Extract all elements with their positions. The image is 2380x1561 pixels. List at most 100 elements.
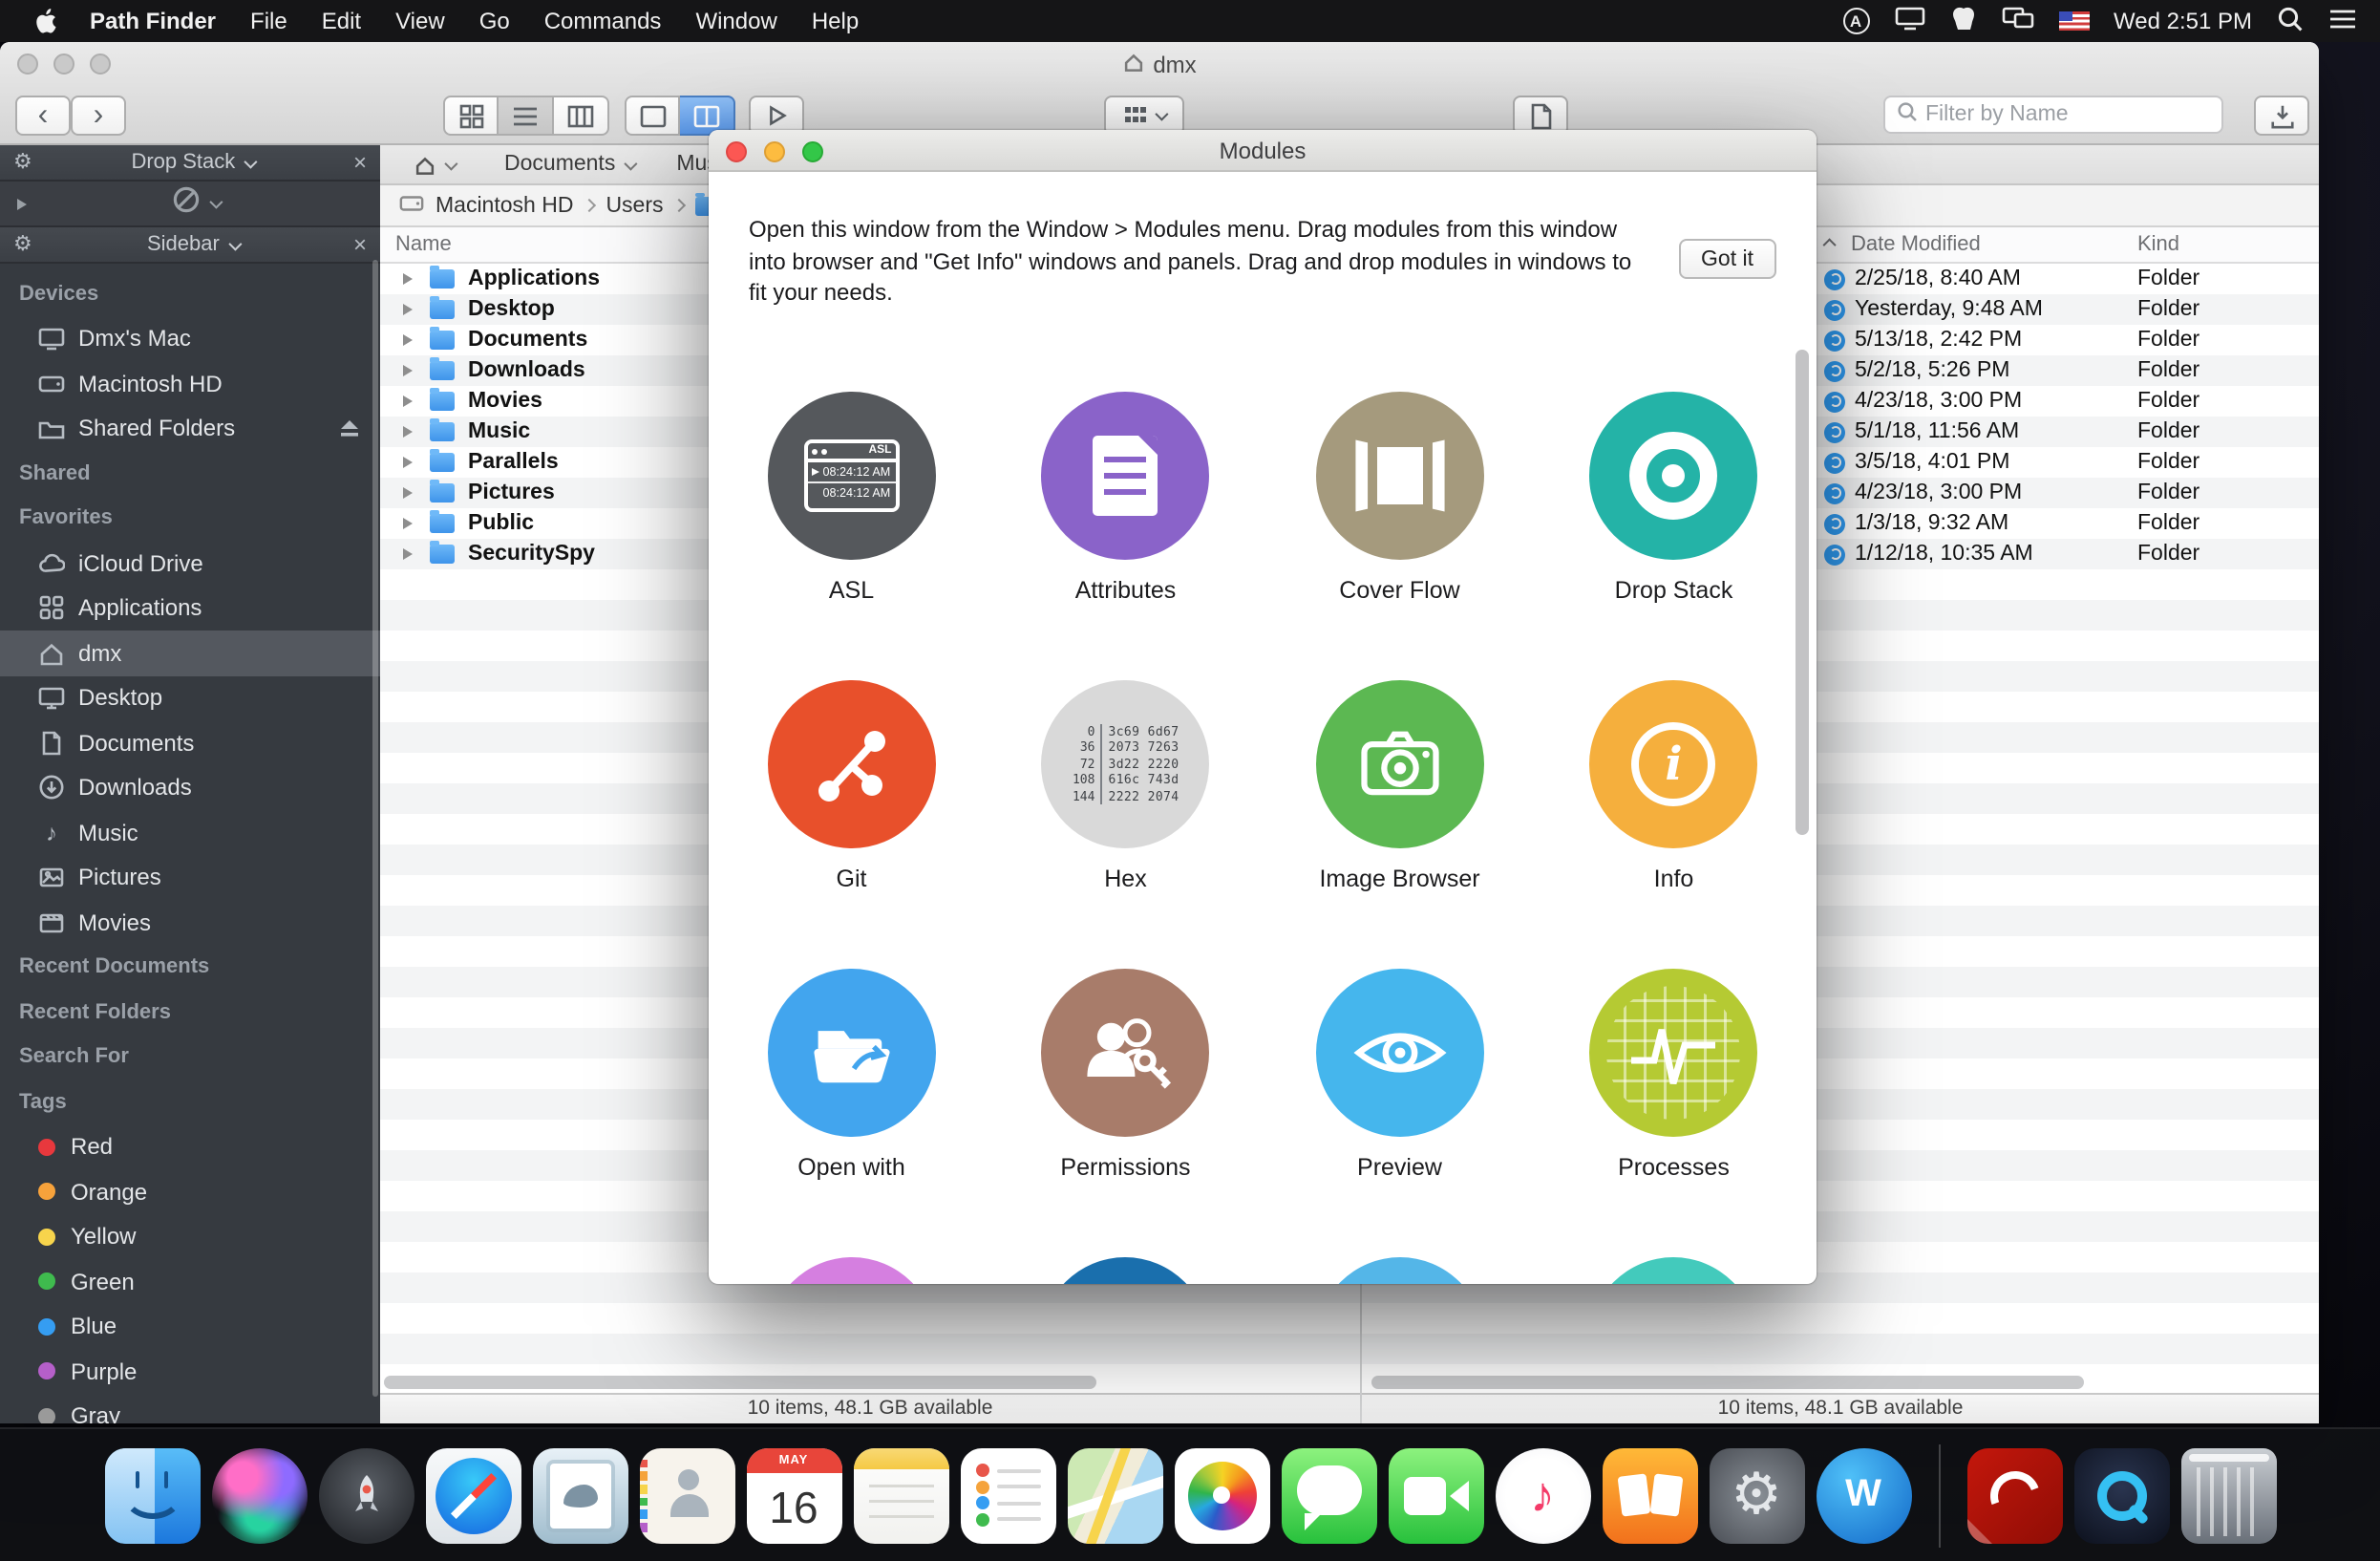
menu-file[interactable]: File: [233, 8, 305, 34]
disclosure-icon[interactable]: [17, 198, 27, 209]
close-icon[interactable]: [353, 232, 367, 257]
dock-mail-icon[interactable]: [532, 1447, 627, 1543]
eject-icon[interactable]: [338, 417, 361, 440]
modules-dialog-titlebar[interactable]: Modules: [709, 130, 1817, 172]
menu-commands[interactable]: Commands: [527, 8, 679, 34]
dock-siri-icon[interactable]: [211, 1447, 307, 1543]
sidebar-item-dmxs-mac[interactable]: Dmx's Mac: [0, 316, 380, 361]
sidebar-tag-purple[interactable]: Purple: [0, 1349, 380, 1394]
module-hex[interactable]: 03c69 6d67 362073 7263 723d22 2220 10861…: [1042, 680, 1210, 969]
dock-quicktime-icon[interactable]: [2073, 1447, 2169, 1543]
column-view-button[interactable]: [554, 96, 609, 136]
sidebar-item-dmx[interactable]: dmx: [0, 631, 380, 675]
menu-help[interactable]: Help: [795, 8, 876, 34]
sidebar-item-icloud-drive[interactable]: iCloud Drive: [0, 541, 380, 586]
sidebar-tag-orange[interactable]: Orange: [0, 1169, 380, 1214]
close-icon[interactable]: [353, 150, 367, 175]
dual-display-status-icon[interactable]: [2001, 6, 2033, 36]
dock-contacts-icon[interactable]: [639, 1447, 734, 1543]
section-search-for[interactable]: Search For: [0, 1035, 380, 1080]
dialog-minimize-button[interactable]: [764, 140, 785, 161]
dock-launchpad-icon[interactable]: [318, 1447, 414, 1543]
single-pane-button[interactable]: [625, 96, 680, 136]
sidebar-item-macintosh-hd[interactable]: Macintosh HD: [0, 361, 380, 406]
sidebar-item-applications[interactable]: Applications: [0, 586, 380, 631]
notification-center-icon[interactable]: [2328, 7, 2357, 35]
forward-button[interactable]: [71, 96, 126, 136]
gear-icon[interactable]: [13, 151, 32, 174]
dock-maps-icon[interactable]: [1067, 1447, 1162, 1543]
module-preview[interactable]: Preview: [1316, 969, 1484, 1257]
breadcrumb-disk[interactable]: Macintosh HD: [436, 194, 573, 217]
filter-field[interactable]: [1883, 96, 2223, 134]
module-image-browser[interactable]: Image Browser: [1316, 680, 1484, 969]
dock-adobe-acrobat-icon[interactable]: [1966, 1447, 2062, 1543]
module-drop-stack[interactable]: Drop Stack: [1590, 392, 1758, 680]
apple-menu-icon[interactable]: [19, 8, 73, 34]
module-cover-flow[interactable]: Cover Flow: [1316, 392, 1484, 680]
menu-go[interactable]: Go: [462, 8, 527, 34]
circled-a-status-icon[interactable]: A: [1842, 8, 1869, 34]
dock-safari-icon[interactable]: [425, 1447, 521, 1543]
filter-input[interactable]: [1925, 103, 2210, 126]
module-permissions[interactable]: Permissions: [1042, 969, 1210, 1257]
sidebar-item-documents[interactable]: Documents: [0, 720, 380, 765]
dock-reminders-icon[interactable]: [960, 1447, 1055, 1543]
dock-w-app-icon[interactable]: W: [1816, 1447, 1911, 1543]
sidebar-tag-blue[interactable]: Blue: [0, 1304, 380, 1349]
trash-icon[interactable]: [2180, 1447, 2276, 1543]
window-close-button[interactable]: [17, 53, 38, 75]
dock-calendar-icon[interactable]: MAY 16: [746, 1447, 841, 1543]
section-recent-folders[interactable]: Recent Folders: [0, 990, 380, 1035]
sidebar-tag-yellow[interactable]: Yellow: [0, 1214, 380, 1259]
module-asl[interactable]: ASL 08:24:12 AM 08:24:12 AM ASL: [768, 392, 936, 680]
spotlight-icon[interactable]: [2277, 5, 2304, 37]
dog-status-icon[interactable]: [1949, 6, 1976, 36]
icon-view-button[interactable]: [443, 96, 499, 136]
dock-finder-icon[interactable]: [104, 1447, 200, 1543]
dock-itunes-icon[interactable]: [1495, 1447, 1590, 1543]
module-info[interactable]: Info: [1590, 680, 1758, 969]
breadcrumb-users[interactable]: Users: [606, 194, 663, 217]
us-flag-input-icon[interactable]: [2058, 11, 2089, 31]
module-partial-1[interactable]: [768, 1257, 936, 1284]
menubar-clock[interactable]: Wed 2:51 PM: [2114, 8, 2252, 34]
display-status-icon[interactable]: [1894, 6, 1924, 36]
sidebar-item-pictures[interactable]: Pictures: [0, 855, 380, 900]
sidebar-scrollbar[interactable]: [372, 260, 378, 1397]
list-view-button[interactable]: [499, 96, 554, 136]
menu-window[interactable]: Window: [678, 8, 794, 34]
horizontal-scrollbar[interactable]: [384, 1376, 1096, 1389]
back-button[interactable]: [15, 96, 71, 136]
menu-edit[interactable]: Edit: [305, 8, 378, 34]
column-header-kind[interactable]: Kind: [2137, 233, 2179, 256]
menu-view[interactable]: View: [378, 8, 462, 34]
window-minimize-button[interactable]: [53, 53, 74, 75]
module-processes[interactable]: Processes: [1590, 969, 1758, 1257]
window-titlebar[interactable]: dmx: [0, 42, 2319, 86]
dock-messages-icon[interactable]: [1281, 1447, 1376, 1543]
sidebar-tag-red[interactable]: Red: [0, 1124, 380, 1169]
home-dropdown-button[interactable]: [403, 145, 466, 183]
module-git[interactable]: Git: [768, 680, 936, 969]
module-partial-4[interactable]: [1590, 1257, 1758, 1284]
dock-system-preferences-icon[interactable]: [1709, 1447, 1804, 1543]
sidebar-panel-header[interactable]: Sidebar: [0, 227, 380, 264]
drop-stack-well[interactable]: [0, 182, 380, 227]
sidebar-item-movies[interactable]: Movies: [0, 900, 380, 945]
module-attributes[interactable]: Attributes: [1042, 392, 1210, 680]
dialog-close-button[interactable]: [726, 140, 747, 161]
sidebar-item-shared-folders[interactable]: Shared Folders: [0, 406, 380, 451]
module-partial-3[interactable]: [1316, 1257, 1484, 1284]
column-header-date-modified[interactable]: Date Modified: [1851, 233, 1981, 256]
dock-ibooks-icon[interactable]: [1602, 1447, 1697, 1543]
dock-notes-icon[interactable]: [853, 1447, 948, 1543]
sidebar-item-music[interactable]: Music: [0, 810, 380, 855]
download-button[interactable]: [2254, 96, 2309, 136]
module-partial-2[interactable]: [1042, 1257, 1210, 1284]
section-recent-documents[interactable]: Recent Documents: [0, 945, 380, 990]
got-it-button[interactable]: Got it: [1678, 239, 1776, 279]
gear-icon[interactable]: [13, 233, 32, 256]
sidebar-tag-green[interactable]: Green: [0, 1259, 380, 1304]
column-header-name[interactable]: Name: [395, 233, 452, 256]
